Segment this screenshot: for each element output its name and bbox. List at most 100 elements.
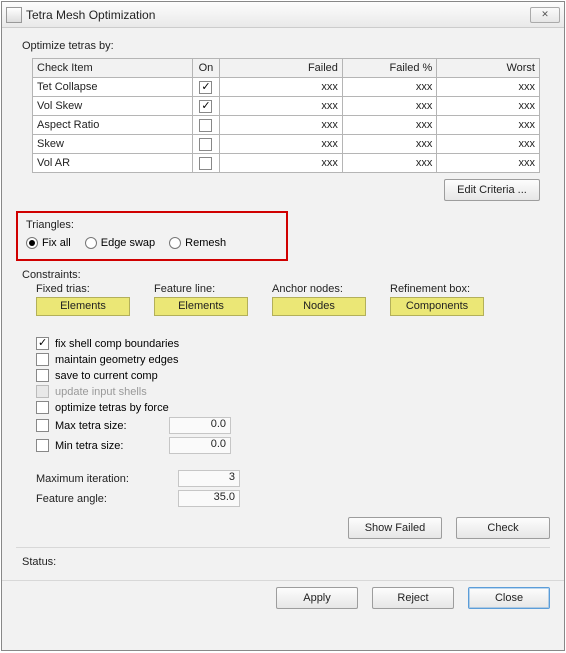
cell-failedp: xxx	[342, 97, 436, 116]
opt-update-input-row: update input shells	[36, 385, 550, 398]
fix-shell-comp-label: fix shell comp boundaries	[55, 338, 179, 350]
feature-line-label: Feature line:	[154, 283, 248, 295]
min-tetra-label: Min tetra size:	[55, 440, 141, 452]
table-row: Skew xxx xxx xxx	[33, 135, 540, 154]
checkbox-on[interactable]	[199, 138, 212, 151]
cell-worst: xxx	[437, 78, 540, 97]
checkbox-update-input	[36, 385, 49, 398]
header-failed-pct: Failed %	[342, 59, 436, 78]
max-iter-field[interactable]: 3	[178, 470, 240, 487]
cell-failed: xxx	[219, 135, 342, 154]
bottom-button-row: Apply Reject Close	[2, 581, 564, 619]
radio-label: Edge swap	[101, 237, 155, 249]
criteria-table-wrap: Check Item On Failed Failed % Worst Tet …	[32, 58, 540, 173]
feature-line-elements-button[interactable]: Elements	[154, 297, 248, 316]
opt-max-tetra-row: Max tetra size: 0.0	[36, 417, 550, 434]
cell-item: Vol AR	[33, 154, 193, 173]
opt-maintain-geom-row: maintain geometry edges	[36, 353, 550, 366]
maintain-geom-label: maintain geometry edges	[55, 354, 179, 366]
radio-fix-all[interactable]: Fix all	[26, 237, 71, 249]
header-on: On	[193, 59, 220, 78]
edit-criteria-button[interactable]: Edit Criteria ...	[444, 179, 540, 201]
checkbox-on[interactable]	[199, 119, 212, 132]
triangles-radio-row: Fix all Edge swap Remesh	[26, 237, 278, 249]
radio-icon	[26, 237, 38, 249]
anchor-nodes-button[interactable]: Nodes	[272, 297, 366, 316]
cell-failed: xxx	[219, 116, 342, 135]
triangles-label: Triangles:	[26, 219, 278, 231]
cell-worst: xxx	[437, 97, 540, 116]
max-iter-row: Maximum iteration: 3	[36, 470, 550, 487]
cell-on	[193, 116, 220, 135]
checkbox-on[interactable]	[199, 100, 212, 113]
cell-on	[193, 154, 220, 173]
radio-icon	[85, 237, 97, 249]
checkbox-on[interactable]	[199, 157, 212, 170]
status-label: Status:	[22, 556, 550, 568]
apply-button[interactable]: Apply	[276, 587, 358, 609]
checkbox-fix-shell-comp[interactable]	[36, 337, 49, 350]
min-tetra-field[interactable]: 0.0	[169, 437, 231, 454]
cell-item: Tet Collapse	[33, 78, 193, 97]
radio-label: Remesh	[185, 237, 226, 249]
table-row: Vol AR xxx xxx xxx	[33, 154, 540, 173]
cell-item: Aspect Ratio	[33, 116, 193, 135]
feature-angle-field[interactable]: 35.0	[178, 490, 240, 507]
fixed-trias-elements-button[interactable]: Elements	[36, 297, 130, 316]
cell-worst: xxx	[437, 154, 540, 173]
content-area: Optimize tetras by: Check Item On Failed…	[2, 28, 564, 576]
cell-failedp: xxx	[342, 116, 436, 135]
update-input-label: update input shells	[55, 386, 147, 398]
anchor-nodes-col: Anchor nodes: Nodes	[272, 283, 366, 316]
max-tetra-field[interactable]: 0.0	[169, 417, 231, 434]
cell-failed: xxx	[219, 154, 342, 173]
cell-on	[193, 97, 220, 116]
cell-item: Skew	[33, 135, 193, 154]
titlebar[interactable]: Tetra Mesh Optimization ✕	[2, 2, 564, 28]
cell-failedp: xxx	[342, 135, 436, 154]
radio-edge-swap[interactable]: Edge swap	[85, 237, 155, 249]
radio-icon	[169, 237, 181, 249]
dialog-window: Tetra Mesh Optimization ✕ Optimize tetra…	[1, 1, 565, 651]
table-row: Vol Skew xxx xxx xxx	[33, 97, 540, 116]
divider	[16, 547, 550, 548]
checkbox-save-current[interactable]	[36, 369, 49, 382]
save-current-label: save to current comp	[55, 370, 158, 382]
cell-failed: xxx	[219, 78, 342, 97]
max-iter-label: Maximum iteration:	[36, 473, 156, 485]
table-row: Tet Collapse xxx xxx xxx	[33, 78, 540, 97]
checkbox-optimize-force[interactable]	[36, 401, 49, 414]
anchor-nodes-label: Anchor nodes:	[272, 283, 366, 295]
checkbox-min-tetra[interactable]	[36, 439, 49, 452]
reject-button[interactable]: Reject	[372, 587, 454, 609]
feature-line-col: Feature line: Elements	[154, 283, 248, 316]
max-tetra-label: Max tetra size:	[55, 420, 141, 432]
feature-angle-row: Feature angle: 35.0	[36, 490, 550, 507]
checkbox-maintain-geom[interactable]	[36, 353, 49, 366]
close-button[interactable]: Close	[468, 587, 550, 609]
header-check-item: Check Item	[33, 59, 193, 78]
opt-min-tetra-row: Min tetra size: 0.0	[36, 437, 550, 454]
radio-remesh[interactable]: Remesh	[169, 237, 226, 249]
window-close-button[interactable]: ✕	[530, 7, 560, 23]
constraints-label: Constraints:	[22, 269, 550, 281]
cell-worst: xxx	[437, 135, 540, 154]
checkbox-max-tetra[interactable]	[36, 419, 49, 432]
optimize-tetras-label: Optimize tetras by:	[22, 40, 550, 52]
criteria-header-row: Check Item On Failed Failed % Worst	[33, 59, 540, 78]
cell-failed: xxx	[219, 97, 342, 116]
cell-failedp: xxx	[342, 154, 436, 173]
checkbox-on[interactable]	[199, 81, 212, 94]
cell-on	[193, 78, 220, 97]
show-failed-button[interactable]: Show Failed	[348, 517, 442, 539]
cell-item: Vol Skew	[33, 97, 193, 116]
radio-label: Fix all	[42, 237, 71, 249]
optimize-force-label: optimize tetras by force	[55, 402, 169, 414]
app-icon	[6, 7, 22, 23]
fixed-trias-label: Fixed trias:	[36, 283, 130, 295]
check-button[interactable]: Check	[456, 517, 550, 539]
constraints-group: Constraints: Fixed trias: Elements Featu…	[16, 269, 550, 316]
cell-worst: xxx	[437, 116, 540, 135]
opt-optimize-force-row: optimize tetras by force	[36, 401, 550, 414]
refinement-box-components-button[interactable]: Components	[390, 297, 484, 316]
